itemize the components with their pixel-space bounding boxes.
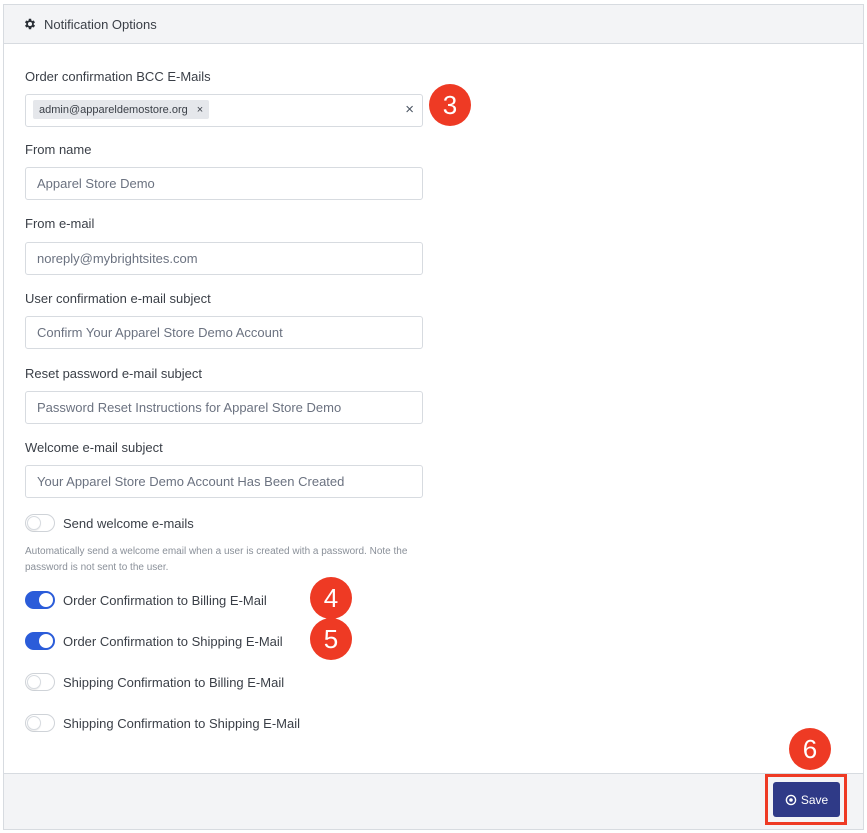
panel-header: Notification Options [4, 5, 863, 44]
order-billing-label: Order Confirmation to Billing E-Mail [63, 592, 267, 608]
remove-tag-icon[interactable]: × [197, 104, 203, 116]
panel-footer [4, 773, 863, 829]
toggle-knob [27, 675, 41, 689]
from-name-label: From name [25, 142, 92, 157]
notification-options-panel: Notification Options Order confirmation … [3, 4, 864, 830]
user-confirmation-subject-input[interactable] [25, 316, 423, 349]
bcc-emails-input[interactable]: admin@appareldemostore.org × × [25, 94, 423, 127]
ship-billing-row: Shipping Confirmation to Billing E-Mail [25, 673, 284, 691]
ship-shipping-label: Shipping Confirmation to Shipping E-Mail [63, 715, 301, 731]
ship-shipping-row: Shipping Confirmation to Shipping E-Mail [25, 714, 300, 732]
save-button[interactable]: Save [773, 782, 840, 817]
order-billing-row: Order Confirmation to Billing E-Mail [25, 591, 267, 609]
toggle-knob [39, 593, 53, 607]
welcome-subject-input[interactable] [25, 465, 423, 498]
from-name-input[interactable] [25, 167, 423, 200]
send-welcome-toggle[interactable] [25, 514, 55, 532]
send-welcome-row: Send welcome e-mails [25, 514, 194, 532]
annotation-badge-6: 6 [789, 728, 831, 770]
toggle-knob [27, 516, 41, 530]
save-button-label: Save [800, 792, 829, 807]
ship-billing-toggle[interactable] [25, 673, 55, 691]
target-icon [785, 794, 797, 806]
from-email-label: From e-mail [25, 216, 95, 231]
toggle-knob [39, 634, 53, 648]
order-shipping-label: Order Confirmation to Shipping E-Mail [63, 633, 283, 649]
order-billing-toggle[interactable] [25, 591, 55, 609]
annotation-badge-5: 5 [310, 618, 352, 660]
welcome-subject-label: Welcome e-mail subject [25, 440, 163, 455]
panel-title: Notification Options [44, 16, 157, 32]
from-email-input[interactable] [25, 242, 423, 275]
annotation-badge-3: 3 [429, 84, 471, 126]
toggle-knob [27, 716, 41, 730]
send-welcome-help-text: Automatically send a welcome email when … [25, 546, 408, 573]
order-shipping-row: Order Confirmation to Shipping E-Mail [25, 632, 283, 650]
clear-icon[interactable]: × [405, 101, 414, 118]
gear-icon [23, 17, 37, 31]
ship-shipping-toggle[interactable] [25, 714, 55, 732]
email-tag-text: admin@appareldemostore.org [39, 103, 188, 116]
bcc-emails-label: Order confirmation BCC E-Mails [25, 69, 211, 84]
annotation-badge-4: 4 [310, 577, 352, 619]
email-tag: admin@appareldemostore.org × [33, 100, 210, 119]
user-confirmation-subject-label: User confirmation e-mail subject [25, 291, 211, 306]
ship-billing-label: Shipping Confirmation to Billing E-Mail [63, 674, 285, 690]
order-shipping-toggle[interactable] [25, 632, 55, 650]
send-welcome-label: Send welcome e-mails [63, 515, 194, 531]
reset-password-subject-label: Reset password e-mail subject [25, 366, 203, 381]
reset-password-subject-input[interactable] [25, 391, 423, 424]
